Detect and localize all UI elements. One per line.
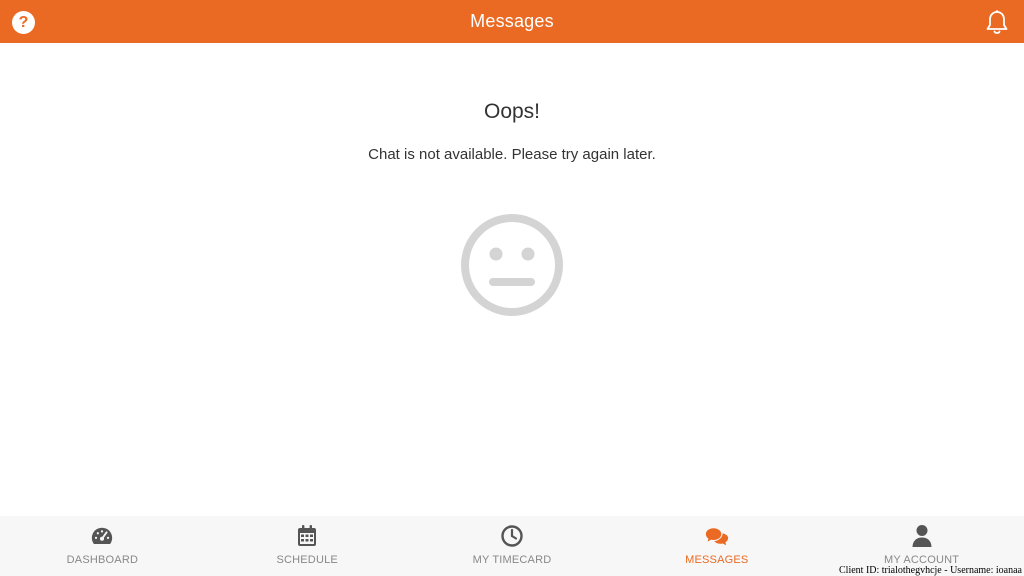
calendar-icon xyxy=(298,525,317,546)
app-window: ? Messages Oops! Chat is not available. … xyxy=(0,0,1024,576)
user-icon xyxy=(912,525,932,547)
notifications-button[interactable] xyxy=(984,9,1010,37)
top-bar: ? Messages xyxy=(0,0,1024,43)
nav-item-my-timecard[interactable]: MY TIMECARD xyxy=(410,516,615,576)
nav-label-my-timecard: MY TIMECARD xyxy=(472,554,552,566)
nav-item-dashboard[interactable]: DASHBOARD xyxy=(0,516,205,576)
error-message: Chat is not available. Please try again … xyxy=(368,146,656,163)
help-button[interactable]: ? xyxy=(12,11,35,34)
page-title: Messages xyxy=(470,11,554,31)
clock-icon xyxy=(501,525,523,547)
client-info-note: Client ID: trialothegvhcje - Username: i… xyxy=(839,565,1022,576)
main-content: Oops! Chat is not available. Please try … xyxy=(0,43,1024,516)
nav-item-schedule[interactable]: SCHEDULE xyxy=(205,516,410,576)
nav-label-messages: MESSAGES xyxy=(685,554,749,566)
chat-bubbles-icon xyxy=(705,528,728,546)
error-heading: Oops! xyxy=(483,100,541,123)
nav-item-messages[interactable]: MESSAGES xyxy=(614,516,819,576)
gauge-icon xyxy=(92,527,113,544)
question-circle-icon: ? xyxy=(18,13,29,31)
nav-label-schedule: SCHEDULE xyxy=(276,554,338,566)
bell-icon xyxy=(986,10,1008,34)
neutral-face-icon xyxy=(461,214,563,316)
nav-label-dashboard: DASHBOARD xyxy=(66,554,139,566)
